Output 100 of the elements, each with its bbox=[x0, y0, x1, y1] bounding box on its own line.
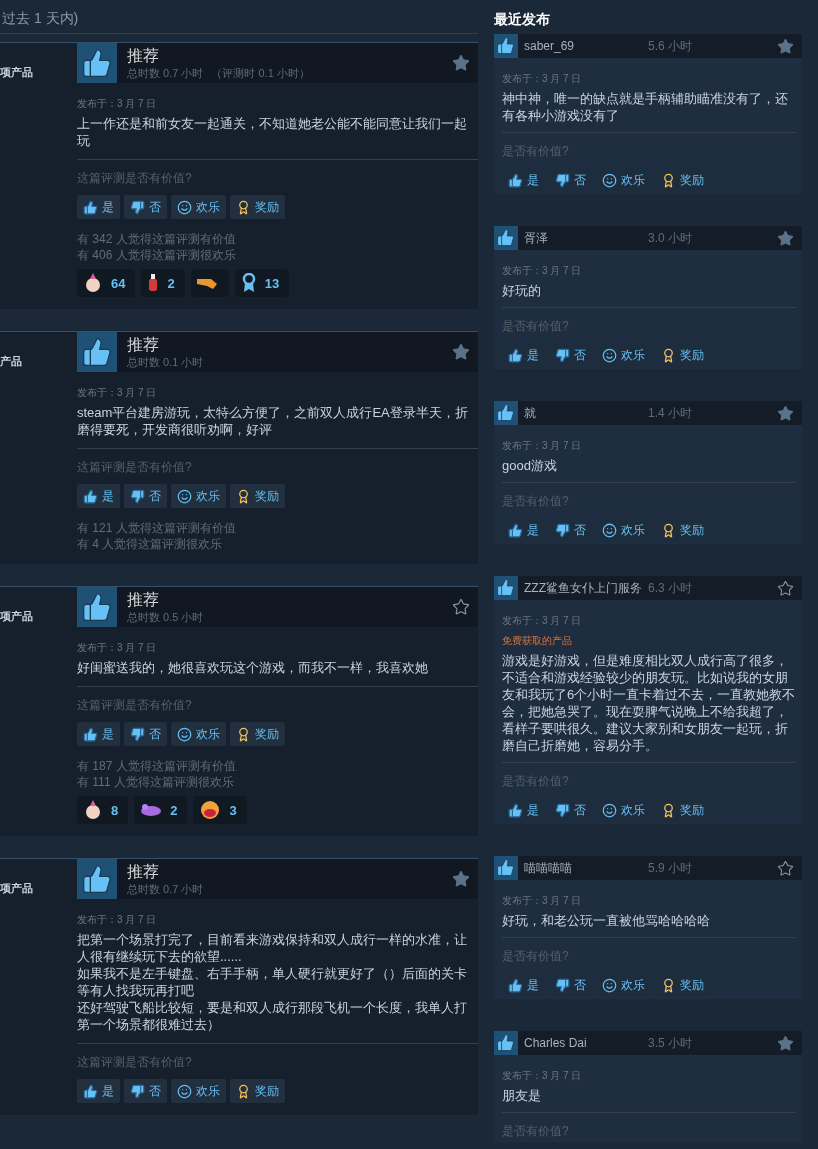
posted-date: 发布于：3 月 7 日 bbox=[502, 614, 583, 628]
smiley-icon bbox=[177, 199, 192, 215]
vote-button[interactable]: 是 bbox=[77, 722, 120, 746]
playtime: 总时数 0.7 小时 bbox=[127, 66, 204, 80]
thumbs-up-avatar bbox=[494, 401, 518, 425]
star-icon[interactable] bbox=[452, 343, 470, 361]
thumbs-down-icon bbox=[130, 488, 145, 504]
review-time: （评测时 0.1 小时） bbox=[211, 66, 310, 80]
helpful-question: 这篇评测是否有价值? bbox=[77, 1054, 193, 1071]
review-text: steam平台建房游玩，太特么方便了，之前双人成行EA登录半天，折磨得要死，开发商很听劝啊，好评 bbox=[77, 404, 478, 449]
reaction-badge[interactable]: 64 bbox=[77, 269, 136, 297]
reaction-badge[interactable]: 13 bbox=[234, 269, 290, 297]
thumbs-down-icon bbox=[555, 802, 570, 818]
reaction-count: 2 bbox=[170, 802, 178, 818]
thumbs-up-icon bbox=[508, 172, 523, 188]
star-icon[interactable] bbox=[777, 579, 794, 597]
vote-button[interactable]: 否 bbox=[124, 195, 167, 219]
author-name[interactable]: saber_69 bbox=[524, 39, 648, 53]
playtime: 3.0 小时 bbox=[648, 229, 693, 247]
thumbs-up-avatar bbox=[77, 332, 117, 372]
award-icon bbox=[236, 1083, 251, 1099]
section-title: 最近发布 bbox=[494, 10, 551, 29]
review-text: 上一作还是和前女友一起通关，不知道她老公能不能同意让我们一起玩 bbox=[77, 115, 478, 160]
vote-button[interactable]: 否 bbox=[124, 484, 167, 508]
review-text: good游戏 bbox=[502, 457, 796, 483]
playtime: 5.6 小时 bbox=[648, 37, 693, 55]
smiley-icon bbox=[602, 802, 617, 818]
reaction-badge[interactable]: 2 bbox=[141, 269, 185, 297]
star-icon[interactable] bbox=[452, 54, 470, 72]
vote-button[interactable]: 奖励 bbox=[230, 484, 285, 508]
reaction-badge[interactable]: 8 bbox=[77, 796, 129, 824]
playtime: 3.5 小时 bbox=[648, 1034, 693, 1052]
vote-button[interactable]: 奖励 bbox=[230, 195, 285, 219]
award-icon bbox=[236, 726, 251, 742]
reaction-count: 3 bbox=[229, 802, 237, 818]
reaction-count: 2 bbox=[167, 275, 175, 291]
vote-button[interactable]: 是 bbox=[77, 195, 120, 219]
smiley-icon bbox=[177, 1083, 192, 1099]
filter-note: 过去 1 天内) bbox=[0, 0, 478, 34]
thumbs-up-avatar bbox=[494, 576, 518, 600]
review-paragraph: 还好驾驶飞船比较短，要是和双人成行那段飞机一个长度，我单人打第一个场景都很难过去） bbox=[77, 999, 468, 1033]
star-icon[interactable] bbox=[777, 404, 794, 422]
author-name[interactable]: 喵喵喵喵 bbox=[524, 859, 648, 877]
posted-date: 发布于：3 月 7 日 bbox=[502, 72, 583, 86]
playtime: 总时数 0.7 小时 bbox=[127, 882, 204, 896]
thumbs-up-avatar bbox=[494, 1031, 518, 1055]
vote-button[interactable]: 欢乐 bbox=[171, 195, 226, 219]
helpful-question: 这篇评测是否有价值? bbox=[77, 170, 193, 187]
posted-date: 发布于：3 月 7 日 bbox=[77, 913, 158, 927]
smiley-icon bbox=[177, 488, 192, 504]
reaction-count: 13 bbox=[264, 275, 280, 291]
star-icon[interactable] bbox=[777, 37, 794, 55]
star-icon[interactable] bbox=[777, 229, 794, 247]
review-text: 好闺蜜送我的，她很喜欢玩这个游戏，而我不一样，我喜欢她 bbox=[77, 659, 478, 687]
helpful-count: 有 187 人觉得这篇评测有价值 bbox=[77, 758, 237, 774]
vote-button[interactable]: 否 bbox=[124, 1079, 167, 1103]
author-name[interactable]: Charles Dai bbox=[524, 1036, 648, 1050]
star-icon[interactable] bbox=[452, 870, 470, 888]
vote-button[interactable]: 欢乐 bbox=[171, 484, 226, 508]
author-name[interactable]: 胥泽 bbox=[524, 229, 648, 247]
review-text: 好玩，和老公玩一直被他骂哈哈哈哈 bbox=[502, 912, 796, 938]
thumbs-down-icon bbox=[555, 172, 570, 188]
review-paragraph: 如果我不是左手键盘、右手手柄，单人硬行就更好了（）后面的关卡等有人找我玩再打吧 bbox=[77, 965, 468, 999]
thumbs-up-avatar bbox=[77, 587, 117, 627]
posted-date: 发布于：3 月 7 日 bbox=[77, 97, 158, 111]
product-count: 项产品 bbox=[0, 610, 33, 622]
reaction-badge[interactable]: 2 bbox=[134, 796, 188, 824]
party-hat-icon bbox=[83, 273, 103, 293]
vote-button[interactable]: 奖励 bbox=[230, 722, 285, 746]
star-icon[interactable] bbox=[452, 598, 470, 616]
thumbs-up-icon bbox=[83, 726, 98, 742]
reaction-badge[interactable] bbox=[190, 269, 229, 297]
award-icon bbox=[661, 172, 676, 188]
thumbs-down-icon bbox=[555, 522, 570, 538]
star-icon[interactable] bbox=[777, 1034, 794, 1052]
thumbs-down-icon bbox=[130, 1083, 145, 1099]
thumbs-up-icon bbox=[508, 522, 523, 538]
review-text: 朋友是 bbox=[502, 1087, 796, 1113]
review-text: 好玩的 bbox=[502, 282, 796, 308]
thumbs-up-icon bbox=[508, 802, 523, 818]
vote-button[interactable]: 否 bbox=[124, 722, 167, 746]
vote-button[interactable]: 欢乐 bbox=[171, 722, 226, 746]
reaction-count: 64 bbox=[111, 275, 126, 291]
vote-button[interactable]: 是 bbox=[77, 484, 120, 508]
vote-button[interactable]: 欢乐 bbox=[171, 1079, 226, 1103]
author-name[interactable]: 就 bbox=[524, 404, 648, 422]
verdict-title: 推荐 bbox=[127, 862, 160, 882]
thumbs-up-icon bbox=[508, 347, 523, 363]
reaction-badge[interactable]: 3 bbox=[193, 796, 247, 824]
product-count: 产品 bbox=[0, 355, 22, 367]
thumbs-down-icon bbox=[555, 977, 570, 993]
vote-button[interactable]: 是 bbox=[77, 1079, 120, 1103]
author-name[interactable]: ZZZ鲨鱼女仆上门服务 bbox=[524, 579, 648, 597]
review-paragraph: 把第一个场景打完了，目前看来游戏保持和双人成行一样的水准，让人很有继续玩下去的欲望...... bbox=[77, 931, 468, 965]
thumbs-up-avatar bbox=[494, 34, 518, 58]
vote-button[interactable]: 奖励 bbox=[230, 1079, 285, 1103]
helpful-count: 有 121 人觉得这篇评测有价值 bbox=[77, 520, 237, 536]
reaction-count: 8 bbox=[111, 802, 119, 818]
star-icon[interactable] bbox=[777, 859, 794, 877]
verdict-title: 推荐 bbox=[127, 590, 160, 610]
